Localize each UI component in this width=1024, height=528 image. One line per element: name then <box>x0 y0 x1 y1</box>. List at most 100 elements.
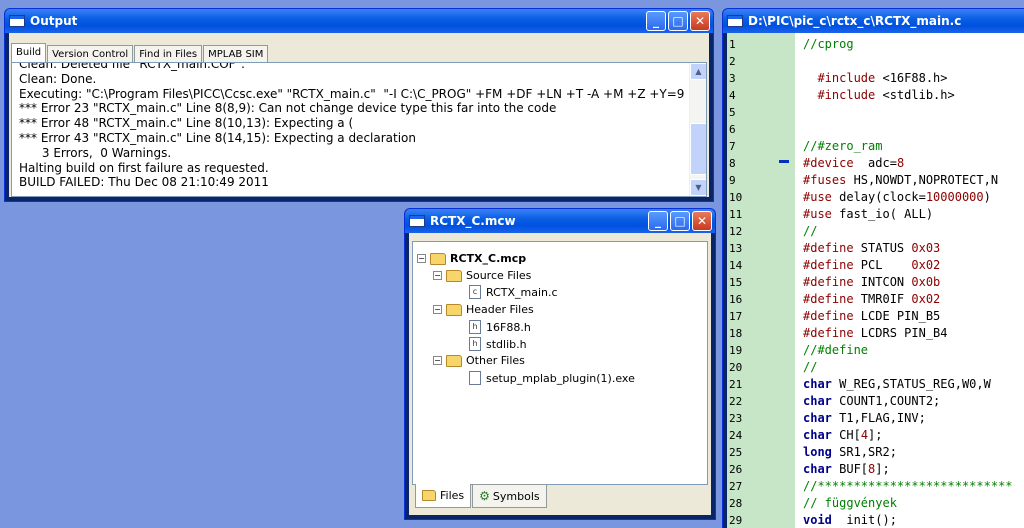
collapse-icon[interactable]: − <box>433 356 442 365</box>
line-number: 16 <box>729 293 743 306</box>
line-number: 22 <box>729 395 743 408</box>
code-line: #include <16F88.h> <box>817 71 948 85</box>
minimize-button[interactable]: _ <box>648 211 668 231</box>
editor-titlebar[interactable]: D:\PIC\pic_c\rctx_c\RCTX_main.c <box>723 9 1024 33</box>
line-number: 2 <box>729 55 736 68</box>
output-line: Halting build on first failure as reques… <box>19 160 269 175</box>
editor-client: 1 2 3 4 5 6 7 8 9 10 11 12 13 14 15 16 17 18 19 20 21 22 23 24 2… <box>727 33 1024 528</box>
code-line: // <box>803 360 818 374</box>
tree-file[interactable]: c RCTX_main.c <box>469 285 558 299</box>
project-bottom-tabs: Files ⚙ Symbols <box>415 484 548 508</box>
code-line: #device adc=8 <box>803 156 905 170</box>
tab-mplab-sim[interactable]: MPLAB SIM <box>203 45 269 62</box>
folder-icon <box>446 354 462 367</box>
project-title: RCTX_C.mcw <box>430 214 516 228</box>
collapse-icon[interactable]: − <box>433 305 442 314</box>
window-icon <box>409 215 425 227</box>
line-number: 4 <box>729 89 736 102</box>
tree-file[interactable]: h 16F88.h <box>469 320 531 334</box>
tree-project[interactable]: − RCTX_C.mcp <box>417 252 526 265</box>
h-file-icon: h <box>469 337 481 351</box>
tree-source-folder[interactable]: − Source Files <box>433 269 531 282</box>
code-line: //#define <box>803 343 869 357</box>
tab-version-control[interactable]: Version Control <box>47 45 134 62</box>
line-number: 6 <box>729 123 736 136</box>
line-number: 13 <box>729 242 743 255</box>
line-number: 5 <box>729 106 736 119</box>
code-line: #fuses HS,NOWDT,NOPROTECT,N <box>803 173 999 187</box>
line-number: 1 <box>729 38 736 51</box>
maximize-button[interactable]: □ <box>670 211 690 231</box>
line-number: 20 <box>729 361 743 374</box>
code-line: // <box>803 224 818 238</box>
code-line: #define STATUS 0x03 <box>803 241 941 255</box>
window-icon <box>9 15 25 27</box>
project-client: − RCTX_C.mcp − Source Files c RCTX_main.… <box>409 233 711 515</box>
code-editor[interactable]: 1 2 3 4 5 6 7 8 9 10 11 12 13 14 15 16 17 18 19 20 21 22 23 24 2… <box>727 33 1024 528</box>
tab-symbols[interactable]: ⚙ Symbols <box>472 484 547 508</box>
minimize-button[interactable]: _ <box>646 11 666 31</box>
tree-file[interactable]: h stdlib.h <box>469 337 527 351</box>
close-button[interactable]: ✕ <box>692 211 712 231</box>
line-number: 19 <box>729 344 743 357</box>
tab-files[interactable]: Files <box>415 484 472 508</box>
output-scrollbar[interactable]: ▲ ▼ <box>689 63 706 196</box>
line-number: 9 <box>729 174 736 187</box>
tree-header-folder[interactable]: − Header Files <box>433 303 534 316</box>
scroll-thumb[interactable] <box>690 123 706 175</box>
project-titlebar[interactable]: RCTX_C.mcw _ □ ✕ <box>405 209 715 233</box>
code-line: #use delay(clock=10000000) <box>803 190 991 204</box>
line-number: 15 <box>729 276 743 289</box>
editor-title: D:\PIC\pic_c\rctx_c\RCTX_main.c <box>748 14 962 28</box>
output-line: *** Error 43 "RCTX_main.c" Line 8(14,15)… <box>19 130 416 145</box>
code-line: long SR1,SR2; <box>803 445 897 459</box>
code-line: char T1,FLAG,INV; <box>803 411 926 425</box>
folder-icon <box>422 490 436 501</box>
line-number: 8 <box>729 157 736 170</box>
line-number: 7 <box>729 140 736 153</box>
output-titlebar[interactable]: Output _ □ ✕ <box>5 9 713 33</box>
code-line: #define PCL 0x02 <box>803 258 941 272</box>
collapse-icon[interactable]: − <box>417 254 426 263</box>
h-file-icon: h <box>469 320 481 334</box>
scroll-up-arrow-icon[interactable]: ▲ <box>690 63 706 80</box>
tab-find-in-files[interactable]: Find in Files <box>134 45 203 62</box>
tree-other-folder[interactable]: − Other Files <box>433 354 525 367</box>
code-line: //cprog <box>803 37 854 51</box>
line-number: 28 <box>729 497 743 510</box>
output-line: Clean: Done. <box>19 71 97 86</box>
code-line: #use fast_io( ALL) <box>803 207 934 221</box>
line-number: 24 <box>729 429 743 442</box>
build-output[interactable]: Clean: Deleted file "RCTX_main.COF". Cle… <box>11 62 707 197</box>
folder-icon <box>446 303 462 316</box>
line-number: 25 <box>729 446 743 459</box>
output-line: Executing: "C:\Program Files\PICC\Ccsc.e… <box>19 86 707 101</box>
line-number: 17 <box>729 310 743 323</box>
close-button[interactable]: ✕ <box>690 11 710 31</box>
line-number: 14 <box>729 259 743 272</box>
output-line: BUILD FAILED: Thu Dec 08 21:10:49 2011 <box>19 175 269 190</box>
line-number: 18 <box>729 327 743 340</box>
scroll-down-arrow-icon[interactable]: ▼ <box>690 179 706 196</box>
output-title: Output <box>30 14 78 28</box>
line-number: 11 <box>729 208 743 221</box>
output-window: Output _ □ ✕ Build Version Control Find … <box>4 8 714 202</box>
collapse-icon[interactable]: − <box>433 271 442 280</box>
line-number: 12 <box>729 225 743 238</box>
code-line: // függvények <box>803 496 897 510</box>
code-line: #define LCDRS PIN_B4 <box>803 326 948 340</box>
project-name: RCTX_C.mcp <box>450 252 527 265</box>
maximize-button[interactable]: □ <box>668 11 688 31</box>
folder-icon <box>446 269 462 282</box>
tree-file[interactable]: setup_mplab_plugin(1).exe <box>469 371 635 385</box>
line-number: 26 <box>729 463 743 476</box>
output-tabs: Build Version Control Find in Files MPLA… <box>11 43 269 62</box>
code-line: //#zero_ram <box>803 139 883 153</box>
code-line: #define INTCON 0x0b <box>803 275 941 289</box>
project-tree[interactable]: − RCTX_C.mcp − Source Files c RCTX_main.… <box>412 241 708 485</box>
file-icon <box>469 371 481 385</box>
output-line: 3 Errors, 0 Warnings. <box>19 145 172 160</box>
tab-build[interactable]: Build <box>11 43 47 62</box>
c-file-icon: c <box>469 285 481 299</box>
editor-window: D:\PIC\pic_c\rctx_c\RCTX_main.c 12345678… <box>722 8 1024 528</box>
